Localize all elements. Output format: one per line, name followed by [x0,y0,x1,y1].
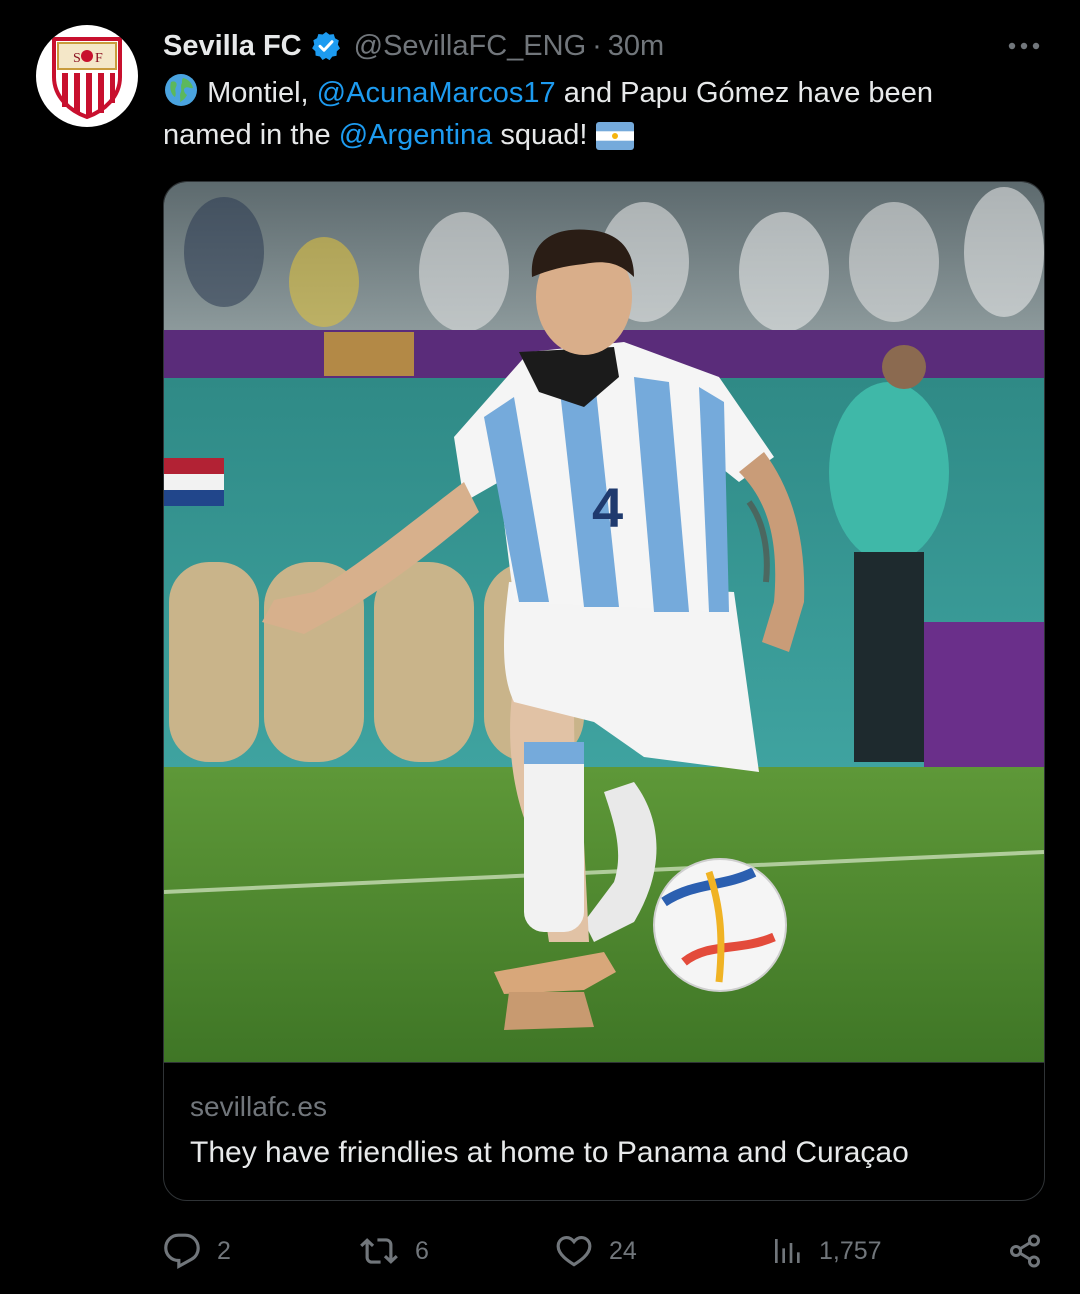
share-button[interactable] [1007,1228,1043,1274]
like-button[interactable]: 24 [555,1228,637,1274]
sevilla-crest-icon: S F [52,37,122,119]
svg-text:4: 4 [592,476,623,539]
more-options-button[interactable] [1004,28,1044,64]
card-image: 4 [164,182,1044,1062]
views-button[interactable]: 1,757 [771,1228,882,1274]
svg-text:F: F [95,51,103,66]
share-icon [1010,1234,1040,1268]
more-options-icon [1008,42,1040,50]
reply-icon [164,1233,200,1270]
tweet-text-part1: Montiel, [207,77,309,109]
retweet-icon [360,1238,398,1264]
views-count: 1,757 [819,1236,882,1265]
card-domain: sevillafc.es [190,1091,327,1122]
views-bar-chart-icon [775,1239,800,1263]
retweet-button[interactable]: 6 [359,1228,429,1274]
tweet-header: Sevilla FC @SevillaFC_ENG · 30m [163,26,664,66]
author-name[interactable]: Sevilla FC [163,30,302,63]
reply-button[interactable]: 2 [163,1228,231,1274]
author-handle[interactable]: @SevillaFC_ENG [354,30,587,63]
avatar[interactable]: S F [36,25,138,127]
tweet-text: Montiel, @AcunaMarcos17 and Papu Gómez h… [163,72,1023,156]
separator-dot: · [592,29,602,62]
globe-icon [165,74,197,106]
action-bar: 2 6 24 1,757 [163,1228,1045,1274]
card-footer: sevillafc.es They have friendlies at hom… [164,1062,1044,1200]
reply-count: 2 [217,1236,231,1265]
verified-badge-icon [311,32,340,61]
mention-acunamarcos17[interactable]: @AcunaMarcos17 [317,77,556,109]
link-card[interactable]: 4 sevillafc.es They have friendlies at h… [163,181,1045,1201]
retweet-count: 6 [415,1236,429,1265]
mention-argentina[interactable]: @Argentina [339,119,493,151]
svg-text:S: S [73,51,81,66]
card-title: They have friendlies at home to Panama a… [190,1136,909,1169]
like-count: 24 [609,1236,637,1265]
heart-icon [556,1235,592,1267]
tweet-text-part3: squad! [500,119,588,151]
tweet-timestamp[interactable]: 30m [608,30,664,63]
argentina-flag-icon [595,122,634,150]
